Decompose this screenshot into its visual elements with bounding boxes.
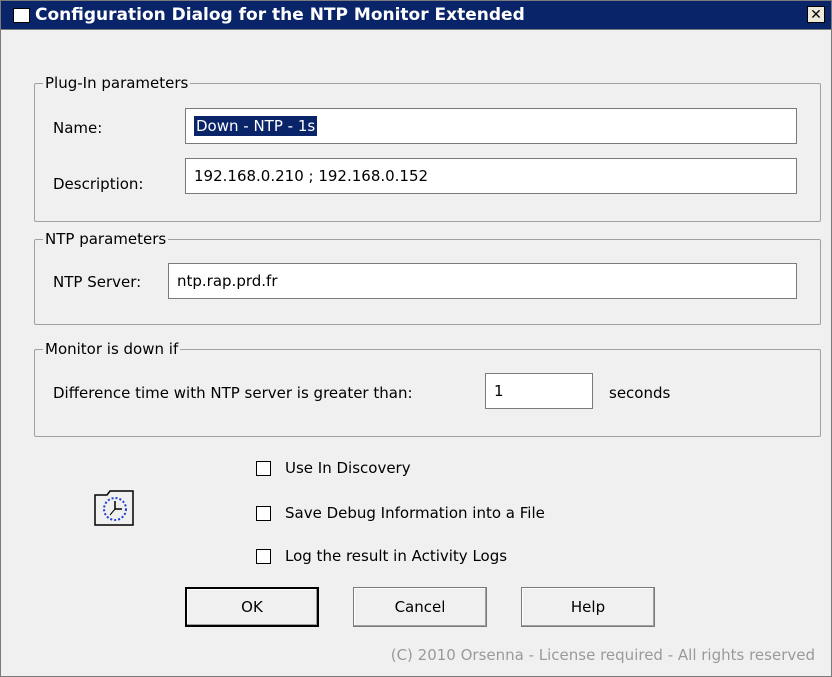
description-input[interactable]	[185, 158, 797, 194]
description-label: Description:	[53, 175, 144, 193]
name-label: Name:	[53, 119, 103, 137]
seconds-unit-label: seconds	[609, 384, 671, 402]
title-bar: Configuration Dialog for the NTP Monitor…	[1, 1, 831, 30]
plugin-parameters-group: Plug-In parameters	[34, 74, 821, 222]
ntp-parameters-legend: NTP parameters	[45, 230, 167, 248]
name-input[interactable]: Down - NTP - 1s	[185, 108, 797, 144]
save-debug-option[interactable]: Save Debug Information into a File	[256, 504, 545, 522]
save-debug-label: Save Debug Information into a File	[285, 504, 545, 522]
copyright-notice: (C) 2010 Orsenna - License required - Al…	[390, 646, 815, 664]
log-activity-label: Log the result in Activity Logs	[285, 547, 508, 565]
monitor-condition-legend: Monitor is down if	[45, 340, 179, 358]
use-in-discovery-checkbox[interactable]	[256, 460, 271, 476]
ntp-server-label: NTP Server:	[53, 273, 142, 291]
save-debug-checkbox[interactable]	[256, 505, 271, 521]
configuration-dialog: Configuration Dialog for the NTP Monitor…	[0, 0, 832, 677]
use-in-discovery-option[interactable]: Use In Discovery	[256, 459, 411, 477]
log-activity-checkbox[interactable]	[256, 548, 271, 564]
cancel-button[interactable]: Cancel	[353, 587, 487, 627]
name-input-value: Down - NTP - 1s	[194, 116, 318, 136]
clock-folder-icon	[94, 490, 134, 526]
difference-input[interactable]	[485, 373, 593, 409]
help-button[interactable]: Help	[521, 587, 655, 627]
plugin-parameters-legend: Plug-In parameters	[45, 74, 189, 92]
difference-label: Difference time with NTP server is great…	[53, 384, 413, 402]
log-activity-option[interactable]: Log the result in Activity Logs	[256, 547, 507, 565]
ntp-server-input[interactable]	[168, 263, 797, 299]
close-button[interactable]: ✕	[807, 6, 825, 23]
ok-button[interactable]: OK	[185, 587, 319, 627]
use-in-discovery-label: Use In Discovery	[285, 459, 411, 477]
dialog-title: Configuration Dialog for the NTP Monitor…	[35, 5, 525, 25]
plugin-icon	[13, 8, 30, 23]
